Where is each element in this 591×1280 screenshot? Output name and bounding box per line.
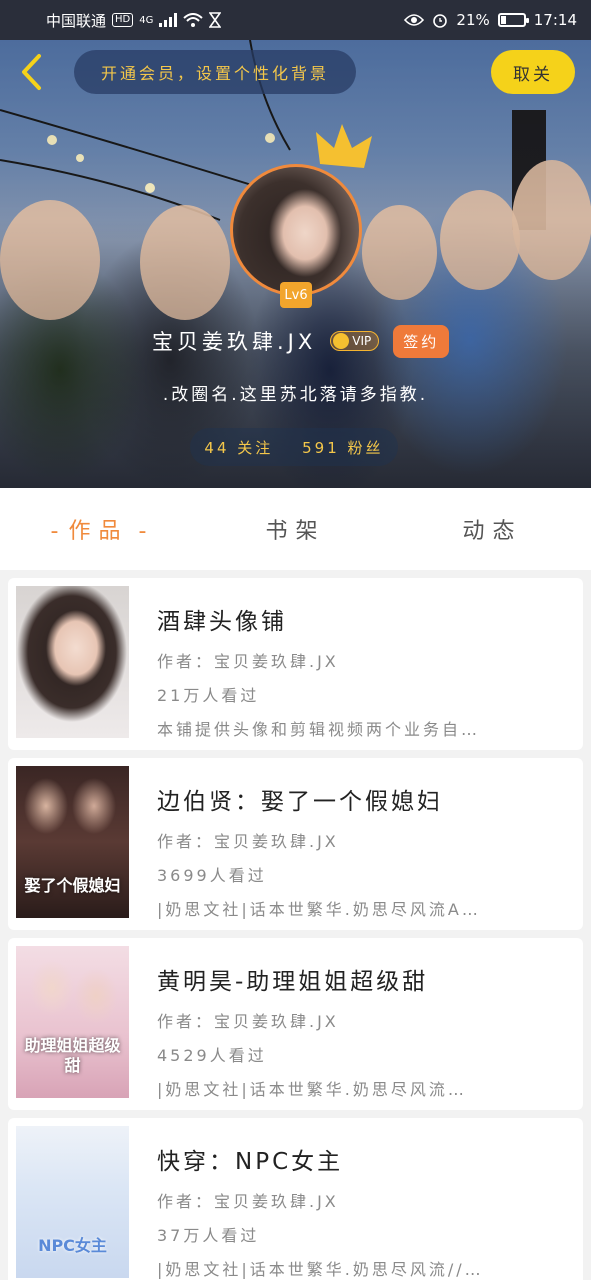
work-card[interactable]: 助理姐姐超级甜 黄明昊-助理姐姐超级甜 作者：宝贝姜玖肆.JX 4529人看过 …: [8, 938, 583, 1110]
hourglass-icon: [209, 12, 222, 28]
work-cover-text: NPC女主: [38, 1236, 107, 1255]
battery-percent: 21%: [456, 11, 490, 29]
tab-activity[interactable]: 动态: [394, 513, 591, 545]
work-author: 作者：宝贝姜玖肆.JX: [157, 1192, 339, 1211]
work-description: |奶思文社|话本世繁华.奶思尽风流A…: [157, 900, 481, 919]
work-description: |奶思文社|话本世繁华.奶思尽风流…: [157, 1080, 467, 1099]
work-cover-text: 助理姐姐超级甜: [24, 1036, 121, 1075]
username-row: 宝贝姜玖肆.JX VIP 签约: [152, 322, 450, 360]
username: 宝贝姜玖肆.JX: [152, 330, 317, 354]
network-label: 4G: [139, 14, 154, 26]
wifi-icon: [183, 13, 204, 27]
vip-badge[interactable]: VIP: [330, 331, 380, 351]
work-card[interactable]: NPC女主 快穿：NPC女主 作者：宝贝姜玖肆.JX 37万人看过 |奶思文社|…: [8, 1118, 583, 1280]
work-views: 4529人看过: [157, 1046, 267, 1065]
unfollow-button[interactable]: 取关: [491, 50, 575, 94]
battery-icon: [497, 13, 529, 27]
work-cover: NPC女主: [16, 1126, 129, 1278]
work-cover: [16, 586, 129, 738]
eye-icon: [404, 14, 425, 26]
carrier-label: 中国联通: [46, 11, 107, 30]
vip-label: VIP: [352, 334, 372, 348]
signal-icon: [159, 13, 178, 27]
bio: .改圈名.这里苏北落请多指教.: [162, 385, 429, 405]
work-author: 作者：宝贝姜玖肆.JX: [157, 652, 339, 671]
work-views: 37万人看过: [157, 1226, 260, 1245]
tab-works-label: 作品: [68, 519, 129, 544]
work-description: |奶思文社|话本世繁华.奶思尽风流//…: [157, 1260, 484, 1279]
avatar[interactable]: [230, 164, 362, 296]
vip-promo-banner[interactable]: 开通会员，设置个性化背景: [74, 50, 356, 94]
work-author: 作者：宝贝姜玖肆.JX: [157, 1012, 339, 1031]
works-list: 酒肆头像铺 作者：宝贝姜玖肆.JX 21万人看过 本铺提供头像和剪辑视频两个业务…: [8, 578, 583, 1280]
work-title: 快穿：NPC女主: [157, 1149, 344, 1175]
tab-bar: - 作品 - 书架 动态: [0, 488, 591, 570]
tab-works[interactable]: - 作品 -: [0, 513, 197, 545]
tab-bookshelf[interactable]: 书架: [197, 513, 394, 545]
chevron-left-icon: [22, 54, 41, 90]
work-description: 本铺提供头像和剪辑视频两个业务自…: [157, 720, 481, 739]
followers-count[interactable]: 591 粉丝: [302, 437, 383, 458]
signed-badge: 签约: [393, 324, 450, 358]
hd-icon: HD: [112, 13, 134, 27]
back-button[interactable]: [14, 52, 48, 92]
work-title: 黄明昊-助理姐姐超级甜: [157, 969, 429, 995]
work-views: 3699人看过: [157, 866, 267, 885]
tab-bookshelf-label: 书架: [265, 519, 326, 544]
clock: 17:14: [533, 11, 577, 29]
work-card[interactable]: 娶了个假媳妇 边伯贤：娶了一个假媳妇 作者：宝贝姜玖肆.JX 3699人看过 |…: [8, 758, 583, 930]
vip-crown-icon: [333, 333, 350, 349]
work-cover: 娶了个假媳妇: [16, 766, 129, 918]
alarm-icon: [433, 14, 448, 28]
work-author: 作者：宝贝姜玖肆.JX: [157, 832, 339, 851]
follow-stats: 44 关注 591 粉丝: [190, 428, 398, 466]
work-views: 21万人看过: [157, 686, 260, 705]
work-card[interactable]: 酒肆头像铺 作者：宝贝姜玖肆.JX 21万人看过 本铺提供头像和剪辑视频两个业务…: [8, 578, 583, 750]
battery-fill: [500, 16, 506, 24]
avatar-image: [230, 164, 362, 296]
work-title: 边伯贤：娶了一个假媳妇: [157, 789, 443, 815]
tab-activity-label: 动态: [462, 519, 523, 544]
work-title: 酒肆头像铺: [157, 609, 287, 635]
work-cover-text: 娶了个假媳妇: [24, 876, 121, 895]
work-cover: 助理姐姐超级甜: [16, 946, 129, 1098]
level-badge: Lv6: [280, 282, 312, 308]
status-bar: 中国联通 HD 4G 21% 17:14: [0, 0, 591, 40]
following-count[interactable]: 44 关注: [204, 437, 273, 458]
